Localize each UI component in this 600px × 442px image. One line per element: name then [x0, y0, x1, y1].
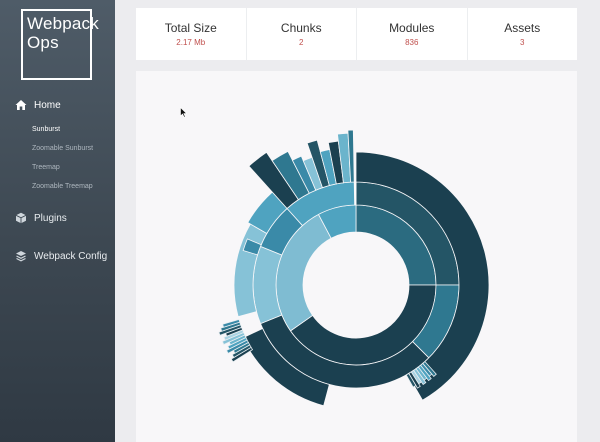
- stat-total-size-label: Total Size: [164, 21, 217, 35]
- home-icon: [15, 99, 27, 111]
- stat-chunks-value: 2: [299, 38, 304, 47]
- stat-total-size-value: 2.17 Mb: [176, 38, 206, 47]
- stat-assets-value: 3: [520, 38, 525, 47]
- sub-item-sunburst[interactable]: Sunburst: [32, 126, 60, 133]
- sunburst-divider[interactable]: [353, 181, 357, 206]
- nav-item-webpack-config[interactable]: Webpack Config: [15, 250, 107, 262]
- mouse-cursor-icon: [180, 107, 188, 118]
- stat-chunks: Chunks 2: [247, 8, 357, 60]
- sunburst-chart[interactable]: [136, 71, 577, 442]
- stat-modules: Modules 836: [357, 8, 468, 60]
- stat-total-size: Total Size 2.17 Mb: [136, 8, 247, 60]
- sub-item-zoomable-sunburst[interactable]: Zoomable Sunburst: [32, 145, 93, 152]
- stat-assets: Assets 3: [468, 8, 578, 60]
- stat-chunks-label: Chunks: [280, 21, 322, 35]
- sub-item-treemap[interactable]: Treemap: [32, 164, 60, 171]
- nav-item-webpack-config-label: Webpack Config: [34, 250, 108, 262]
- sunburst-panel: [136, 71, 577, 442]
- sidebar: Webpack Ops Home Sunburst Zoomable Sunbu…: [0, 0, 115, 442]
- stat-modules-label: Modules: [389, 21, 435, 35]
- layers-icon: [15, 250, 27, 262]
- nav-item-plugins-label: Plugins: [34, 212, 67, 224]
- app-logo[interactable]: Webpack Ops: [21, 9, 99, 80]
- nav-item-home-label: Home: [34, 99, 61, 111]
- nav-item-home[interactable]: Home: [15, 99, 61, 111]
- sub-item-zoomable-treemap[interactable]: Zoomable Treemap: [32, 183, 93, 190]
- nav-item-plugins[interactable]: Plugins: [15, 212, 67, 224]
- cube-icon: [15, 212, 27, 224]
- stats-bar: Total Size 2.17 Mb Chunks 2 Modules 836 …: [136, 8, 577, 60]
- stat-assets-label: Assets: [504, 21, 541, 35]
- stat-modules-value: 836: [405, 38, 419, 47]
